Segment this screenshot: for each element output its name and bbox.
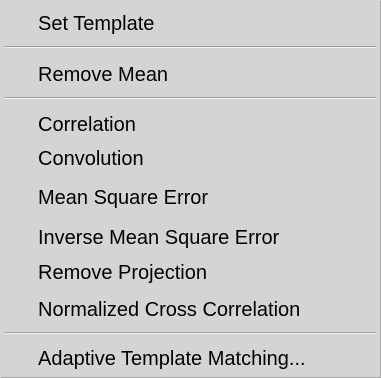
menu-item-set-template[interactable]: Set Template [38,8,370,40]
menu-separator [5,97,376,99]
menu-item-normalized-cross-correlation[interactable]: Normalized Cross Correlation [38,294,370,326]
context-menu: Set Template Remove Mean Correlation Con… [0,0,381,378]
menu-item-convolution[interactable]: Convolution [38,143,370,175]
menu-item-remove-projection[interactable]: Remove Projection [38,257,370,289]
menu-separator [5,46,376,48]
menu-item-correlation[interactable]: Correlation [38,109,370,141]
menu-item-mean-square-error[interactable]: Mean Square Error [38,182,370,214]
menu-separator [5,332,376,334]
menu-item-adaptive-template-matching[interactable]: Adaptive Template Matching... [38,343,370,375]
menu-item-inverse-mean-square-error[interactable]: Inverse Mean Square Error [38,222,370,254]
menu-item-remove-mean[interactable]: Remove Mean [38,59,370,91]
